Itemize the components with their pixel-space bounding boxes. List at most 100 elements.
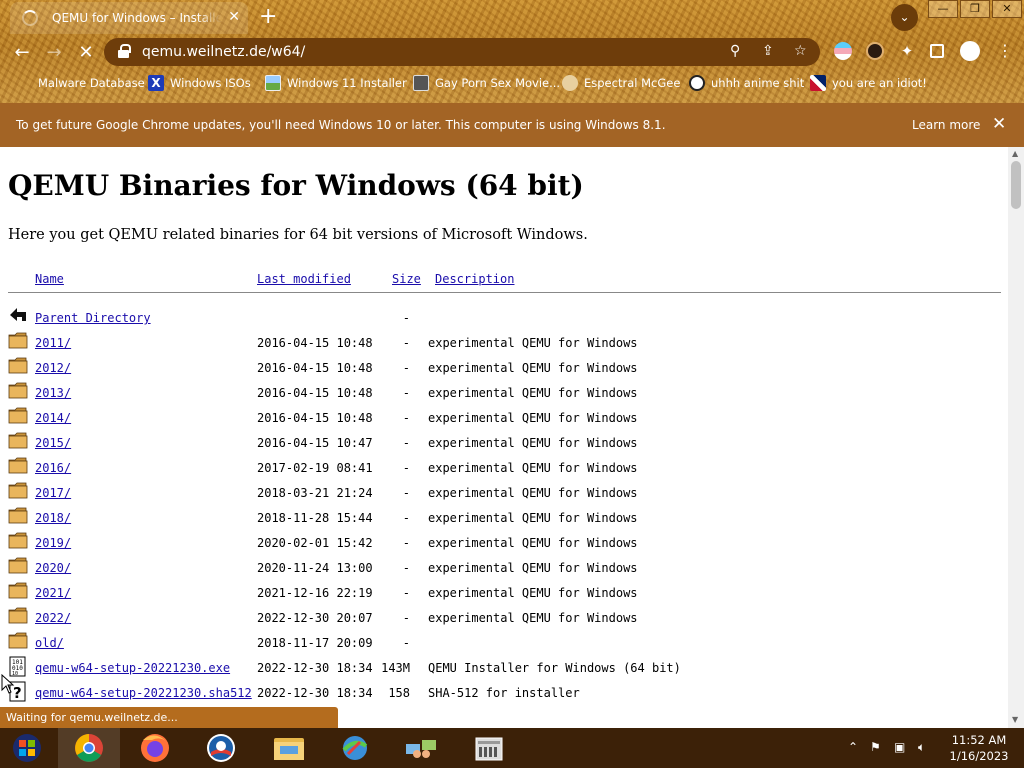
extension-flag-icon[interactable] <box>834 42 852 60</box>
scroll-down-icon[interactable]: ▼ <box>1012 715 1018 724</box>
description-cell: experimental QEMU for Windows <box>428 436 638 450</box>
tab-search-button[interactable]: ⌄ <box>891 4 918 31</box>
back-button[interactable]: ← <box>10 41 34 65</box>
table-row: old/2018-11-17 20:09 - <box>0 630 1000 655</box>
extension-avatar-icon[interactable] <box>866 42 884 60</box>
file-link[interactable]: qemu-w64-setup-20221230.sha512 <box>35 686 252 700</box>
back-arrow-icon <box>8 305 28 325</box>
table-row: 2022/2022-12-30 20:07 - experimental QEMU … <box>0 605 1000 630</box>
flag-icon <box>810 75 826 91</box>
file-link[interactable]: 2016/ <box>35 461 71 475</box>
lock-icon[interactable] <box>118 44 131 58</box>
file-link[interactable]: 2017/ <box>35 486 71 500</box>
bookmark-item[interactable]: Gay Porn Sex Movie... <box>413 75 560 91</box>
bookmark-star-icon[interactable]: ☆ <box>794 43 807 59</box>
taskbar-media-app[interactable] <box>458 728 520 768</box>
scrollbar-thumb[interactable] <box>1011 161 1021 209</box>
size-cell: - <box>402 486 410 500</box>
show-hidden-icons[interactable]: ⌃ <box>848 740 858 754</box>
close-window-button[interactable]: ✕ <box>992 0 1022 18</box>
taskbar-network-app[interactable] <box>390 728 452 768</box>
folder-icon <box>8 605 28 625</box>
description-cell: experimental QEMU for Windows <box>428 386 638 400</box>
last-modified-cell: 2022-12-30 18:34 <box>257 686 373 700</box>
file-link[interactable]: 2021/ <box>35 586 71 600</box>
column-header-size[interactable]: Size <box>392 272 421 286</box>
url-text[interactable]: qemu.weilnetz.de/w64/ <box>142 44 305 60</box>
tab-close-icon[interactable]: ✕ <box>228 9 240 25</box>
zoom-search-icon[interactable]: ⚲ <box>730 43 740 59</box>
file-link[interactable]: old/ <box>35 636 64 650</box>
description-cell: experimental QEMU for Windows <box>428 461 638 475</box>
column-header-description[interactable]: Description <box>435 272 514 286</box>
file-link[interactable]: 2018/ <box>35 511 71 525</box>
bookmark-label: Gay Porn Sex Movie... <box>435 76 561 90</box>
taskbar-firefox[interactable] <box>124 728 186 768</box>
bookmark-item[interactable]: Malware Database <box>16 75 145 91</box>
file-link[interactable]: 2015/ <box>35 436 71 450</box>
learn-more-button[interactable]: Learn more <box>912 118 980 132</box>
last-modified-cell: 2018-03-21 21:24 <box>257 486 373 500</box>
size-cell: - <box>402 586 410 600</box>
start-button[interactable] <box>0 728 62 768</box>
side-panel-icon[interactable] <box>930 44 944 58</box>
restore-button[interactable]: ❐ <box>960 0 990 18</box>
network-icon[interactable]: ▣ <box>894 740 905 754</box>
bookmark-item[interactable]: Espectral McGee <box>562 75 680 91</box>
size-cell: - <box>402 611 410 625</box>
infobar-close-icon[interactable]: ✕ <box>992 114 1006 134</box>
extensions-puzzle-icon[interactable]: ✦ <box>898 42 916 60</box>
file-link[interactable]: 2013/ <box>35 386 71 400</box>
profile-avatar-icon[interactable] <box>960 41 980 61</box>
folder-icon <box>8 455 28 475</box>
folder-icon <box>8 355 28 375</box>
file-link[interactable]: 2020/ <box>35 561 71 575</box>
internet-download-icon <box>342 736 368 760</box>
x-logo-icon: X <box>148 75 164 91</box>
file-link[interactable]: qemu-w64-setup-20221230.exe <box>35 661 230 675</box>
anime-icon <box>689 75 705 91</box>
active-tab[interactable]: QEMU for Windows – Installers ( ✕ <box>10 2 248 34</box>
file-link[interactable]: 2011/ <box>35 336 71 350</box>
action-center-flag-icon[interactable]: ⚑ <box>870 740 881 754</box>
scroll-up-icon[interactable]: ▲ <box>1012 149 1018 158</box>
system-clock[interactable]: 11:52 AM 1/16/2023 <box>946 732 1012 764</box>
chrome-icon <box>75 734 103 762</box>
bookmark-item[interactable]: uhhh anime shit <box>689 75 804 91</box>
taskbar-chrome[interactable] <box>58 728 120 768</box>
bookmark-item[interactable]: you are an idiot! <box>810 75 927 91</box>
column-header-name[interactable]: Name <box>35 272 64 286</box>
file-link[interactable]: 2014/ <box>35 411 71 425</box>
folder-icon <box>8 530 28 550</box>
description-cell: experimental QEMU for Windows <box>428 586 638 600</box>
size-cell: 158 <box>388 686 410 700</box>
vertical-scrollbar[interactable]: ▲ ▼ <box>1008 147 1024 728</box>
page-content: QEMU Binaries for Windows (64 bit) Here … <box>0 147 1008 728</box>
description-cell: experimental QEMU for Windows <box>428 361 638 375</box>
file-link[interactable]: Parent Directory <box>35 311 151 325</box>
taskbar-app[interactable] <box>190 728 252 768</box>
taskbar-download-manager[interactable] <box>324 728 386 768</box>
network-people-icon <box>406 740 436 758</box>
file-link[interactable]: 2019/ <box>35 536 71 550</box>
size-cell: - <box>402 336 410 350</box>
size-cell: - <box>402 386 410 400</box>
file-link[interactable]: 2022/ <box>35 611 71 625</box>
bookmark-item[interactable]: Windows 11 Installer <box>265 75 407 91</box>
menu-kebab-icon[interactable]: ⋮ <box>996 42 1014 60</box>
last-modified-cell: 2020-02-01 15:42 <box>257 536 373 550</box>
tower-icon <box>413 75 429 91</box>
minimize-button[interactable]: — <box>928 0 958 18</box>
bookmark-item[interactable]: X Windows ISOs <box>148 75 251 91</box>
table-row: 2020/2020-11-24 13:00 - experimental QEMU … <box>0 555 1000 580</box>
stop-loading-button[interactable]: ✕ <box>74 41 98 65</box>
taskbar-file-explorer[interactable] <box>258 728 320 768</box>
forward-button[interactable]: → <box>42 41 66 65</box>
share-icon[interactable]: ⇪ <box>762 43 774 59</box>
size-cell: - <box>402 511 410 525</box>
file-link[interactable]: 2012/ <box>35 361 71 375</box>
volume-icon[interactable]: 🔈︎ <box>918 740 925 755</box>
address-bar[interactable]: qemu.weilnetz.de/w64/ ⚲ ⇪ ☆ <box>104 38 820 66</box>
new-tab-button[interactable]: + <box>259 4 277 29</box>
column-header-last-modified[interactable]: Last modified <box>257 272 351 286</box>
